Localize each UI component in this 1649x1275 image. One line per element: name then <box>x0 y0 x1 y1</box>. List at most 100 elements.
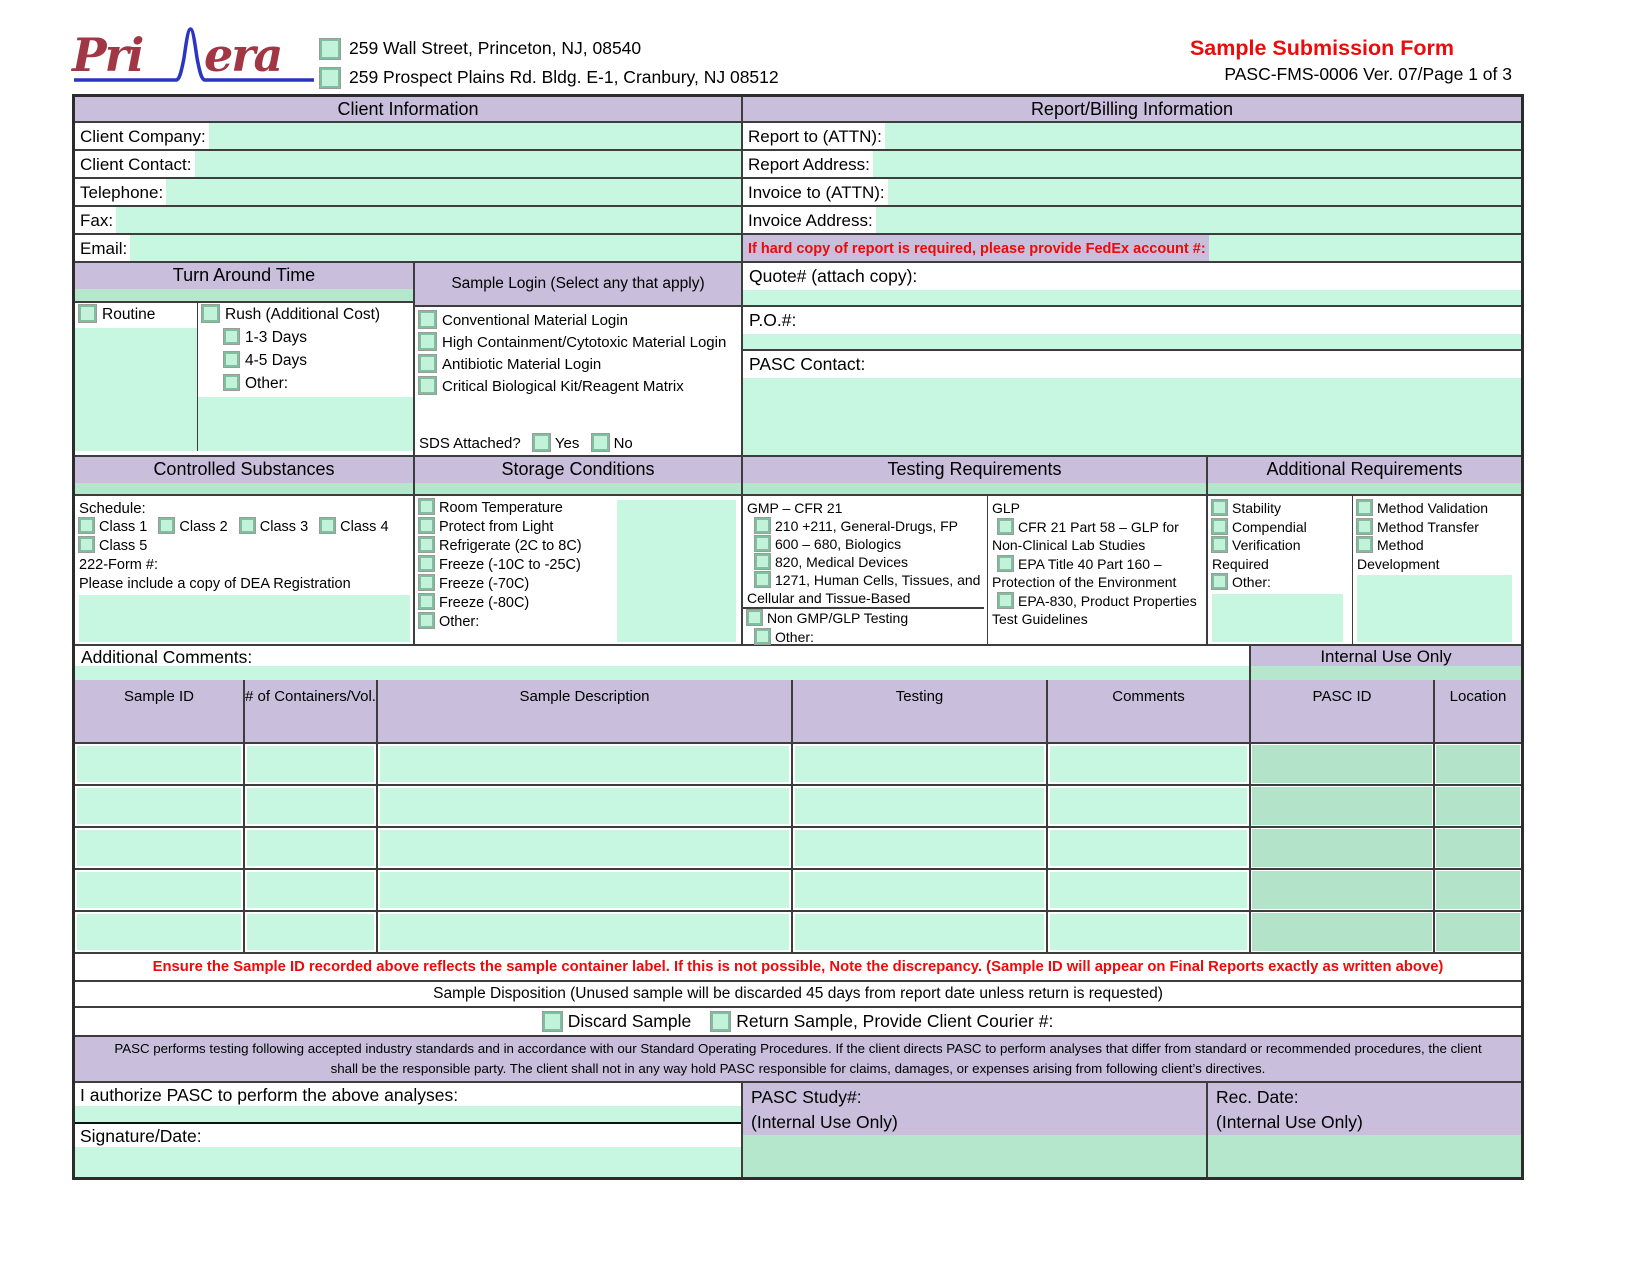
description-cell[interactable] <box>378 912 793 952</box>
pasc-id-cell[interactable] <box>1251 912 1435 952</box>
signature-date-input[interactable] <box>75 1147 741 1177</box>
class-3-checkbox[interactable] <box>240 518 255 533</box>
quote-input[interactable] <box>743 290 1521 305</box>
protect-from-light-checkbox[interactable] <box>419 518 434 533</box>
po-input[interactable] <box>743 334 1521 349</box>
email-input[interactable] <box>130 235 741 261</box>
routine-input-area[interactable] <box>75 328 197 451</box>
rush-other-checkbox[interactable] <box>224 375 239 390</box>
testing-cell[interactable] <box>793 786 1048 826</box>
pasc-contact-input[interactable] <box>743 378 1521 455</box>
glp-epa-title40-checkbox[interactable] <box>998 556 1013 571</box>
sample-id-cell[interactable] <box>75 744 245 784</box>
gmp-600-680-checkbox[interactable] <box>755 536 770 551</box>
gmp-820-checkbox[interactable] <box>755 554 770 569</box>
client-company-input[interactable] <box>209 123 741 149</box>
additional-comments-input[interactable] <box>75 666 1249 680</box>
room-temperature-checkbox[interactable] <box>419 499 434 514</box>
authorize-input[interactable] <box>75 1106 741 1124</box>
description-cell[interactable] <box>378 828 793 868</box>
testing-cell[interactable] <box>793 870 1048 910</box>
location-cell[interactable] <box>1435 744 1521 784</box>
description-cell[interactable] <box>378 870 793 910</box>
location-cell[interactable] <box>1435 912 1521 952</box>
glp-cfr21-checkbox[interactable] <box>998 519 1013 534</box>
class-5-checkbox[interactable] <box>79 537 94 552</box>
address-1-checkbox[interactable] <box>320 39 340 59</box>
comments-cell[interactable] <box>1048 744 1251 784</box>
class-2-checkbox[interactable] <box>159 518 174 533</box>
containers-cell[interactable] <box>245 744 378 784</box>
conventional-material-checkbox[interactable] <box>419 311 436 328</box>
pasc-id-cell[interactable] <box>1251 828 1435 868</box>
testing-cell[interactable] <box>793 912 1048 952</box>
method-validation-checkbox[interactable] <box>1357 500 1372 515</box>
storage-conditions-input-area[interactable] <box>617 500 736 642</box>
rush-4-5-days-checkbox[interactable] <box>224 352 239 367</box>
location-cell[interactable] <box>1435 786 1521 826</box>
pasc-id-cell[interactable] <box>1251 744 1435 784</box>
report-address-input[interactable] <box>873 151 1521 177</box>
comments-cell[interactable] <box>1048 912 1251 952</box>
freeze-70-checkbox[interactable] <box>419 575 434 590</box>
client-contact-input[interactable] <box>195 151 742 177</box>
non-gmp-checkbox[interactable] <box>747 610 762 625</box>
rush-other-input-area[interactable] <box>198 397 413 451</box>
pasc-study-input[interactable] <box>743 1135 1206 1177</box>
rush-1-3-days-checkbox[interactable] <box>224 329 239 344</box>
testing-cell[interactable] <box>793 744 1048 784</box>
comments-cell[interactable] <box>1048 870 1251 910</box>
sample-id-cell[interactable] <box>75 912 245 952</box>
telephone-input[interactable] <box>166 179 741 205</box>
class-4-checkbox[interactable] <box>320 518 335 533</box>
class-1-checkbox[interactable] <box>79 518 94 533</box>
additional-other-checkbox[interactable] <box>1212 574 1227 589</box>
discard-sample-checkbox[interactable] <box>543 1012 562 1031</box>
stability-checkbox[interactable] <box>1212 500 1227 515</box>
pasc-id-cell[interactable] <box>1251 870 1435 910</box>
sds-yes-checkbox[interactable] <box>533 434 550 451</box>
sample-id-cell[interactable] <box>75 786 245 826</box>
containers-cell[interactable] <box>245 786 378 826</box>
controlled-substances-input-area[interactable] <box>79 595 410 642</box>
freeze-10-25-checkbox[interactable] <box>419 556 434 571</box>
method-development-checkbox[interactable] <box>1357 537 1372 552</box>
routine-checkbox[interactable] <box>79 305 96 322</box>
description-cell[interactable] <box>378 786 793 826</box>
refrigerate-checkbox[interactable] <box>419 537 434 552</box>
location-cell[interactable] <box>1435 870 1521 910</box>
rush-checkbox[interactable] <box>202 305 219 322</box>
report-to-input[interactable] <box>885 123 1521 149</box>
description-cell[interactable] <box>378 744 793 784</box>
gmp-1271-checkbox[interactable] <box>755 572 770 587</box>
address-2-checkbox[interactable] <box>320 68 340 88</box>
containers-cell[interactable] <box>245 828 378 868</box>
containers-cell[interactable] <box>245 912 378 952</box>
testing-other-checkbox[interactable] <box>755 629 770 644</box>
comments-cell[interactable] <box>1048 828 1251 868</box>
sample-id-cell[interactable] <box>75 870 245 910</box>
return-sample-checkbox[interactable] <box>711 1012 730 1031</box>
sample-id-cell[interactable] <box>75 828 245 868</box>
fedex-account-input[interactable] <box>1209 235 1521 261</box>
invoice-to-input[interactable] <box>888 179 1521 205</box>
rec-date-input[interactable] <box>1208 1135 1521 1177</box>
method-development-input-area[interactable] <box>1357 575 1512 642</box>
gmp-210-211-checkbox[interactable] <box>755 518 770 533</box>
comments-cell[interactable] <box>1048 786 1251 826</box>
critical-biological-checkbox[interactable] <box>419 377 436 394</box>
additional-other-input-area[interactable] <box>1212 594 1343 643</box>
testing-cell[interactable] <box>793 828 1048 868</box>
method-transfer-checkbox[interactable] <box>1357 519 1372 534</box>
verification-required-checkbox[interactable] <box>1212 537 1227 552</box>
location-cell[interactable] <box>1435 828 1521 868</box>
containers-cell[interactable] <box>245 870 378 910</box>
fax-input[interactable] <box>116 207 741 233</box>
compendial-checkbox[interactable] <box>1212 519 1227 534</box>
glp-epa-830-checkbox[interactable] <box>998 593 1013 608</box>
antibiotic-material-checkbox[interactable] <box>419 355 436 372</box>
freeze-80-checkbox[interactable] <box>419 594 434 609</box>
sds-no-checkbox[interactable] <box>592 434 609 451</box>
invoice-address-input[interactable] <box>876 207 1521 233</box>
pasc-id-cell[interactable] <box>1251 786 1435 826</box>
